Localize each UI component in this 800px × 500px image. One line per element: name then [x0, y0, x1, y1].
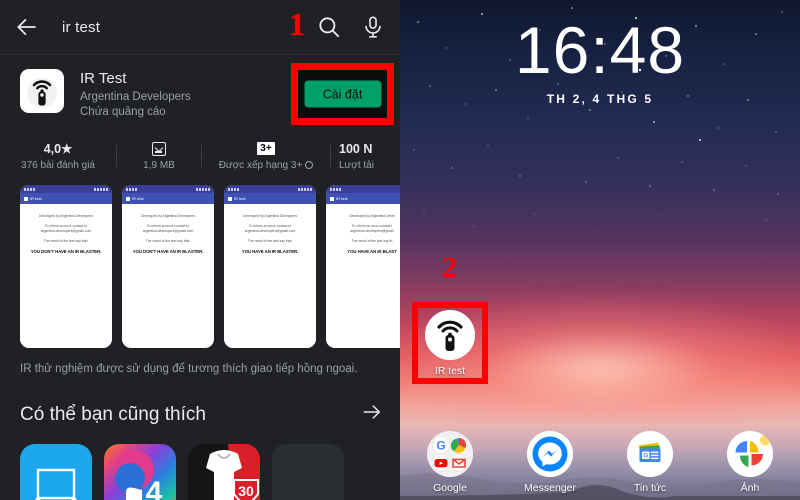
- ir-remote-icon: [20, 69, 64, 113]
- search-bar[interactable]: ir test: [0, 0, 400, 55]
- thumb-line: The result of the test say that:: [145, 238, 191, 243]
- stat-rating: 4,0 ★ 376 bài đánh giá: [0, 140, 116, 172]
- thumb-line: Developed by Argentina Devel: [349, 214, 395, 218]
- thumb-result: YOU DON'T HAVE AN IR BLASTER.: [30, 249, 102, 255]
- dock-label: Tin tức: [633, 482, 667, 494]
- suggested-app-1[interactable]: [20, 444, 92, 500]
- svg-text:G: G: [643, 452, 648, 459]
- suggested-app-3[interactable]: 30: [188, 444, 260, 500]
- dock-item-messenger[interactable]: Messenger: [500, 431, 600, 494]
- info-icon[interactable]: [305, 161, 314, 169]
- thumb-line: The result of the test say that:: [247, 238, 293, 243]
- screenshot-gallery[interactable]: IR test Developed by Argentina Developer…: [0, 181, 400, 348]
- suggested-app-2[interactable]: 4: [104, 444, 176, 500]
- ir-remote-icon: [425, 310, 475, 360]
- arrow-right-icon[interactable]: [360, 401, 382, 428]
- screenshot-thumb[interactable]: IR test Developed by Argentina Developer…: [20, 185, 112, 348]
- thumb-line: argentina.developers@gmail: [350, 229, 394, 234]
- thumb-title: IR test: [234, 196, 246, 201]
- downloads-value: 100 N: [339, 141, 373, 156]
- google-folder-icon: G: [427, 431, 473, 477]
- thumb-line: Developed by Argentina Developers: [242, 214, 298, 218]
- dock-item-google[interactable]: G Google: [400, 431, 500, 494]
- app-description: IR thử nghiệm được sử dụng để tương thíc…: [20, 363, 358, 375]
- home-dock: G Google Messenger G Tin tức Ảnh: [400, 431, 800, 494]
- dock-item-news[interactable]: G Tin tức: [600, 431, 700, 494]
- download-icon: [152, 141, 166, 156]
- mic-icon[interactable]: [360, 14, 386, 40]
- clock-time: 16:48: [514, 13, 686, 87]
- thumb-line: Developed by Argentina Developers: [140, 214, 196, 218]
- dock-label: Google: [433, 482, 467, 494]
- messenger-icon: [527, 431, 573, 477]
- star-icon: ★: [61, 142, 73, 156]
- thumb-line: argentina.developers@gmail.com: [142, 229, 194, 234]
- home-app-ir-test[interactable]: IR test: [418, 308, 482, 377]
- ir-app-highlight-box: IR test: [412, 302, 488, 384]
- rating-count: 376 bài đánh giá: [21, 160, 95, 171]
- screenshot-thumb[interactable]: IR test Developed by Argentina Developer…: [224, 185, 316, 348]
- stat-size: 1,9 MB: [117, 140, 201, 171]
- search-icon[interactable]: [316, 14, 342, 40]
- dock-label: Messenger: [524, 482, 576, 494]
- downloads-label: Lượt tải: [339, 160, 374, 171]
- screenshot-thumb[interactable]: IR test Developed by Argentina Devel To …: [326, 185, 400, 348]
- suggested-app-4[interactable]: [272, 444, 344, 500]
- section-title: Có thể bạn cũng thích: [20, 403, 206, 425]
- thumb-result: YOU DON'T HAVE AN IR BLASTER.: [132, 249, 204, 255]
- ir-app-label: IR test: [434, 365, 466, 377]
- suggestions-row[interactable]: 4 30: [0, 428, 400, 500]
- rating-badge: 3+: [257, 142, 275, 155]
- rating-value: 4,0: [43, 141, 62, 156]
- search-input[interactable]: ir test: [62, 19, 298, 36]
- app-stats-row: 4,0 ★ 376 bài đánh giá 1,9 MB 3+ Được xếp…: [0, 126, 400, 181]
- play-store-panel: ir test 1 IR Test Argentina Developers C…: [0, 0, 400, 500]
- dock-item-photos[interactable]: Ảnh: [700, 431, 800, 494]
- stat-content-rating: 3+ Được xếp hạng 3+: [202, 140, 330, 171]
- thumb-line: argentina.developers@gmail.com: [244, 229, 296, 234]
- thumb-title: IR test: [30, 196, 42, 201]
- suggestions-header: Có thể bạn cũng thích: [0, 377, 400, 428]
- app-result-row[interactable]: IR Test Argentina Developers Chứa quảng …: [0, 55, 400, 126]
- suggested-badge-4: 4: [146, 476, 163, 500]
- phone-home-screen: 16:48 TH 2, 4 THG 5 2 IR test G Google M…: [400, 0, 800, 500]
- thumb-line: argentina.developers@gmail.com: [40, 229, 92, 234]
- back-arrow-icon[interactable]: [14, 14, 40, 40]
- google-news-icon: G: [627, 431, 673, 477]
- lockscreen-clock: 16:48 TH 2, 4 THG 5: [400, 14, 800, 106]
- dock-label: Ảnh: [740, 482, 760, 494]
- annotation-2: 2: [442, 251, 457, 284]
- thumb-result: YOU HAVE AN IR BLASTER.: [241, 249, 299, 255]
- thumb-line: Developed by Argentina Developers: [38, 214, 94, 218]
- thumb-title: IR test: [132, 196, 144, 201]
- install-highlight-box: Cài đặt: [291, 63, 394, 125]
- app-size: 1,9 MB: [143, 160, 175, 171]
- thumb-result: YOU HAVE AN IR BLAST: [347, 249, 397, 255]
- suggested-badge-30: 30: [238, 483, 254, 499]
- svg-text:G: G: [436, 439, 445, 453]
- thumb-title: IR test: [336, 196, 348, 201]
- thumb-line: The result of the test say that:: [43, 238, 89, 243]
- content-rating-label: Được xếp hạng 3+: [202, 160, 330, 171]
- screenshot-thumb[interactable]: IR test Developed by Argentina Developer…: [122, 185, 214, 348]
- thumb-line: The result of the test say th: [351, 238, 393, 243]
- install-button[interactable]: Cài đặt: [304, 80, 381, 108]
- clock-date: TH 2, 4 THG 5: [546, 92, 654, 106]
- stat-downloads: 100 N Lượt tải: [331, 140, 400, 172]
- google-photos-icon: [727, 431, 773, 477]
- annotation-1: 1: [289, 6, 305, 42]
